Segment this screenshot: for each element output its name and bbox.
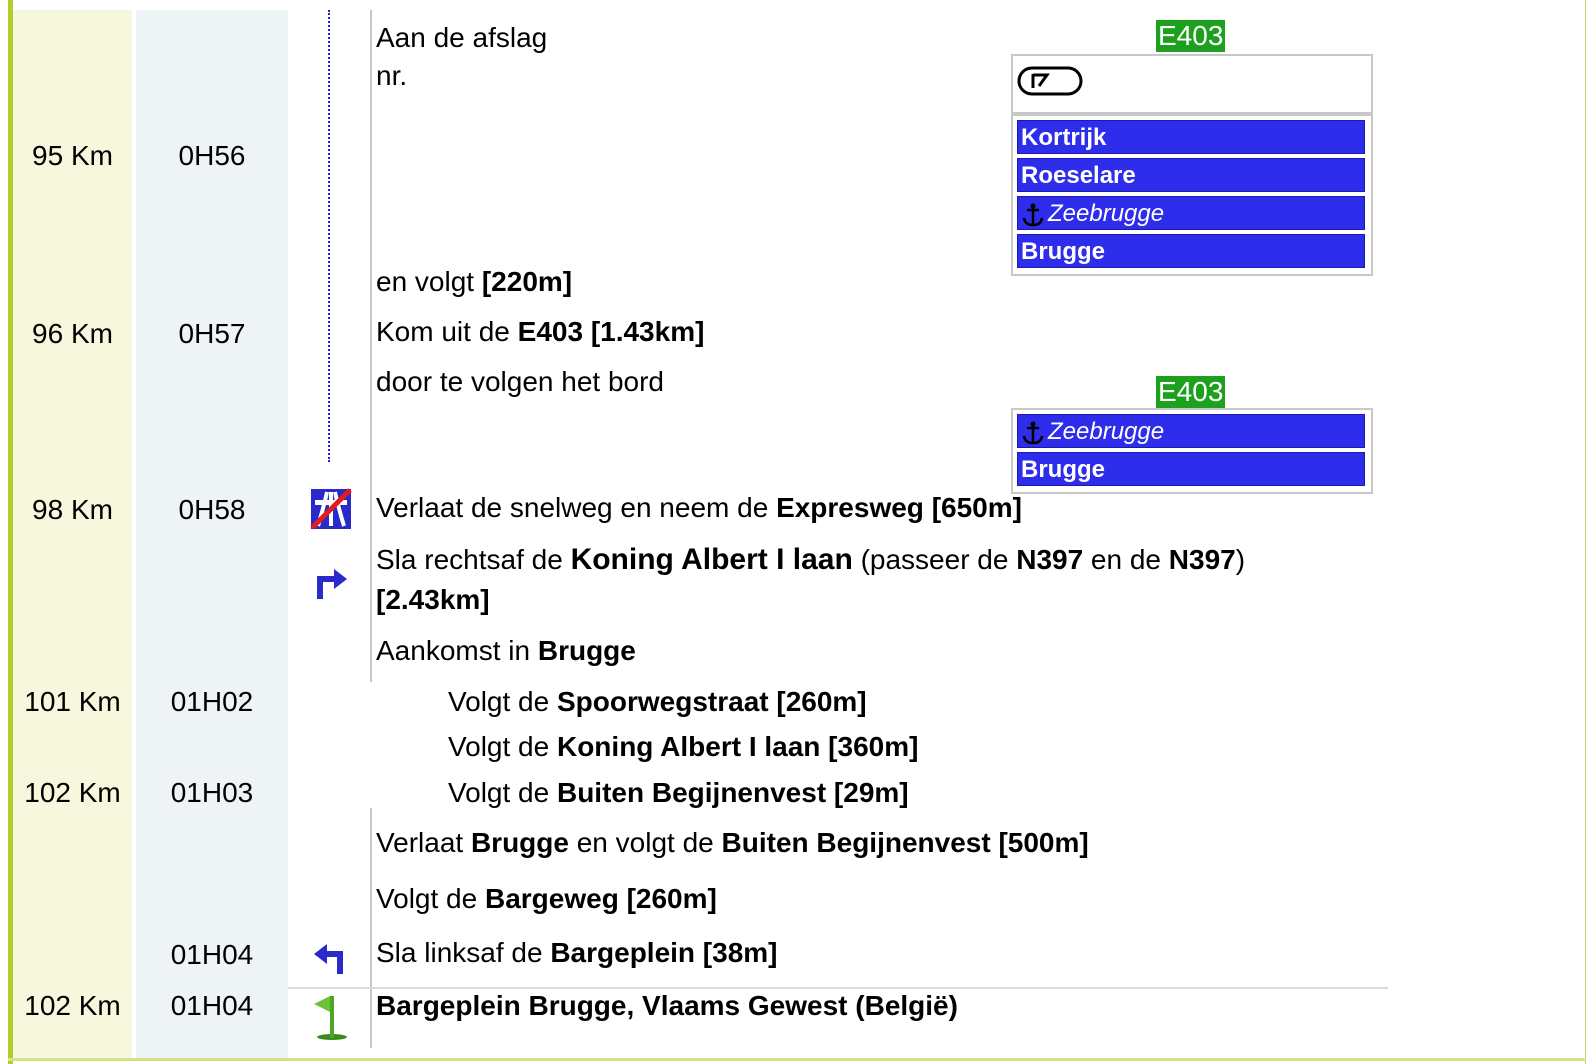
time-value: 0H57 xyxy=(178,318,246,349)
destination-label: Kortrijk xyxy=(1017,120,1365,154)
instruction-text: Sla linksaf de Bargeplein [38m] xyxy=(376,937,778,968)
destination-label: Roeselare xyxy=(1017,158,1365,192)
motorway-end-icon xyxy=(310,488,352,535)
distance-value: 102 Km xyxy=(24,990,121,1021)
instruction-text: door te volgen het bord xyxy=(376,366,664,397)
distance-value: 101 Km xyxy=(24,686,121,717)
instruction-text: Volgt de Bargeweg [260m] xyxy=(376,883,717,914)
time-value: 01H03 xyxy=(170,777,254,808)
time-value: 01H04 xyxy=(170,990,254,1021)
instruction-text: Kom uit de E403 [1.43km] xyxy=(376,316,705,347)
instruction-text: Sla rechtsaf de Koning Albert I laan (pa… xyxy=(376,543,1246,576)
column-divider xyxy=(370,10,372,682)
instruction-text: Aan de afslag xyxy=(376,22,548,53)
destination-text: Bargeplein Brugge, Vlaams Gewest (België… xyxy=(376,990,958,1021)
road-number-badge: E403 xyxy=(1156,376,1226,408)
destination-label: Zeebrugge xyxy=(1017,196,1365,230)
instruction-text: Verlaat de snelweg en neem de Expresweg … xyxy=(376,492,1022,523)
instruction-text: en volgt [220m] xyxy=(376,266,573,297)
anchor-icon xyxy=(1021,202,1045,233)
direction-sign: Kortrijk Roeselare Zeebrugge Brugge xyxy=(1011,114,1373,276)
exit-sign-box xyxy=(1011,54,1373,114)
instruction-text: Verlaat Brugge en volgt de Buiten Begijn… xyxy=(376,827,1089,858)
distance-value: 102 Km xyxy=(24,777,121,808)
instruction-text: Volgt de Buiten Begijnenvest [29m] xyxy=(448,777,909,808)
time-value: 0H58 xyxy=(178,494,246,525)
anchor-icon xyxy=(1021,420,1045,451)
route-dotted-line xyxy=(328,10,330,462)
instruction-text: [2.43km] xyxy=(376,584,490,615)
route-table: Aan de afslag nr. 95 Km 0H56 E403 Kortri… xyxy=(0,0,1591,1064)
destination-label: Zeebrugge xyxy=(1017,414,1365,448)
right-border xyxy=(1585,0,1586,1064)
bottom-border xyxy=(8,1058,1586,1061)
distance-value: 96 Km xyxy=(32,318,113,349)
time-value: 0H56 xyxy=(178,140,246,171)
destination-label: Brugge xyxy=(1017,452,1365,486)
exit-sign-icon xyxy=(1017,66,1083,101)
direction-sign: Zeebrugge Brugge xyxy=(1011,408,1373,494)
instruction-text: Volgt de Koning Albert I laan [360m] xyxy=(448,731,919,762)
turn-left-icon xyxy=(312,940,346,981)
distance-value: 98 Km xyxy=(32,494,113,525)
time-value: 01H04 xyxy=(170,939,254,970)
turn-right-icon xyxy=(315,565,349,606)
destination-separator xyxy=(288,987,1388,989)
road-number-badge: E403 xyxy=(1156,20,1226,52)
instruction-text: nr. xyxy=(376,60,408,91)
time-value: 01H02 xyxy=(170,686,254,717)
instruction-text: Aankomst in Brugge xyxy=(376,635,636,666)
column-divider-lower xyxy=(370,808,372,1048)
finish-flag-icon xyxy=(312,990,352,1047)
distance-value: 95 Km xyxy=(32,140,113,171)
destination-label: Brugge xyxy=(1017,234,1365,268)
instruction-text: Volgt de Spoorwegstraat [260m] xyxy=(448,686,867,717)
